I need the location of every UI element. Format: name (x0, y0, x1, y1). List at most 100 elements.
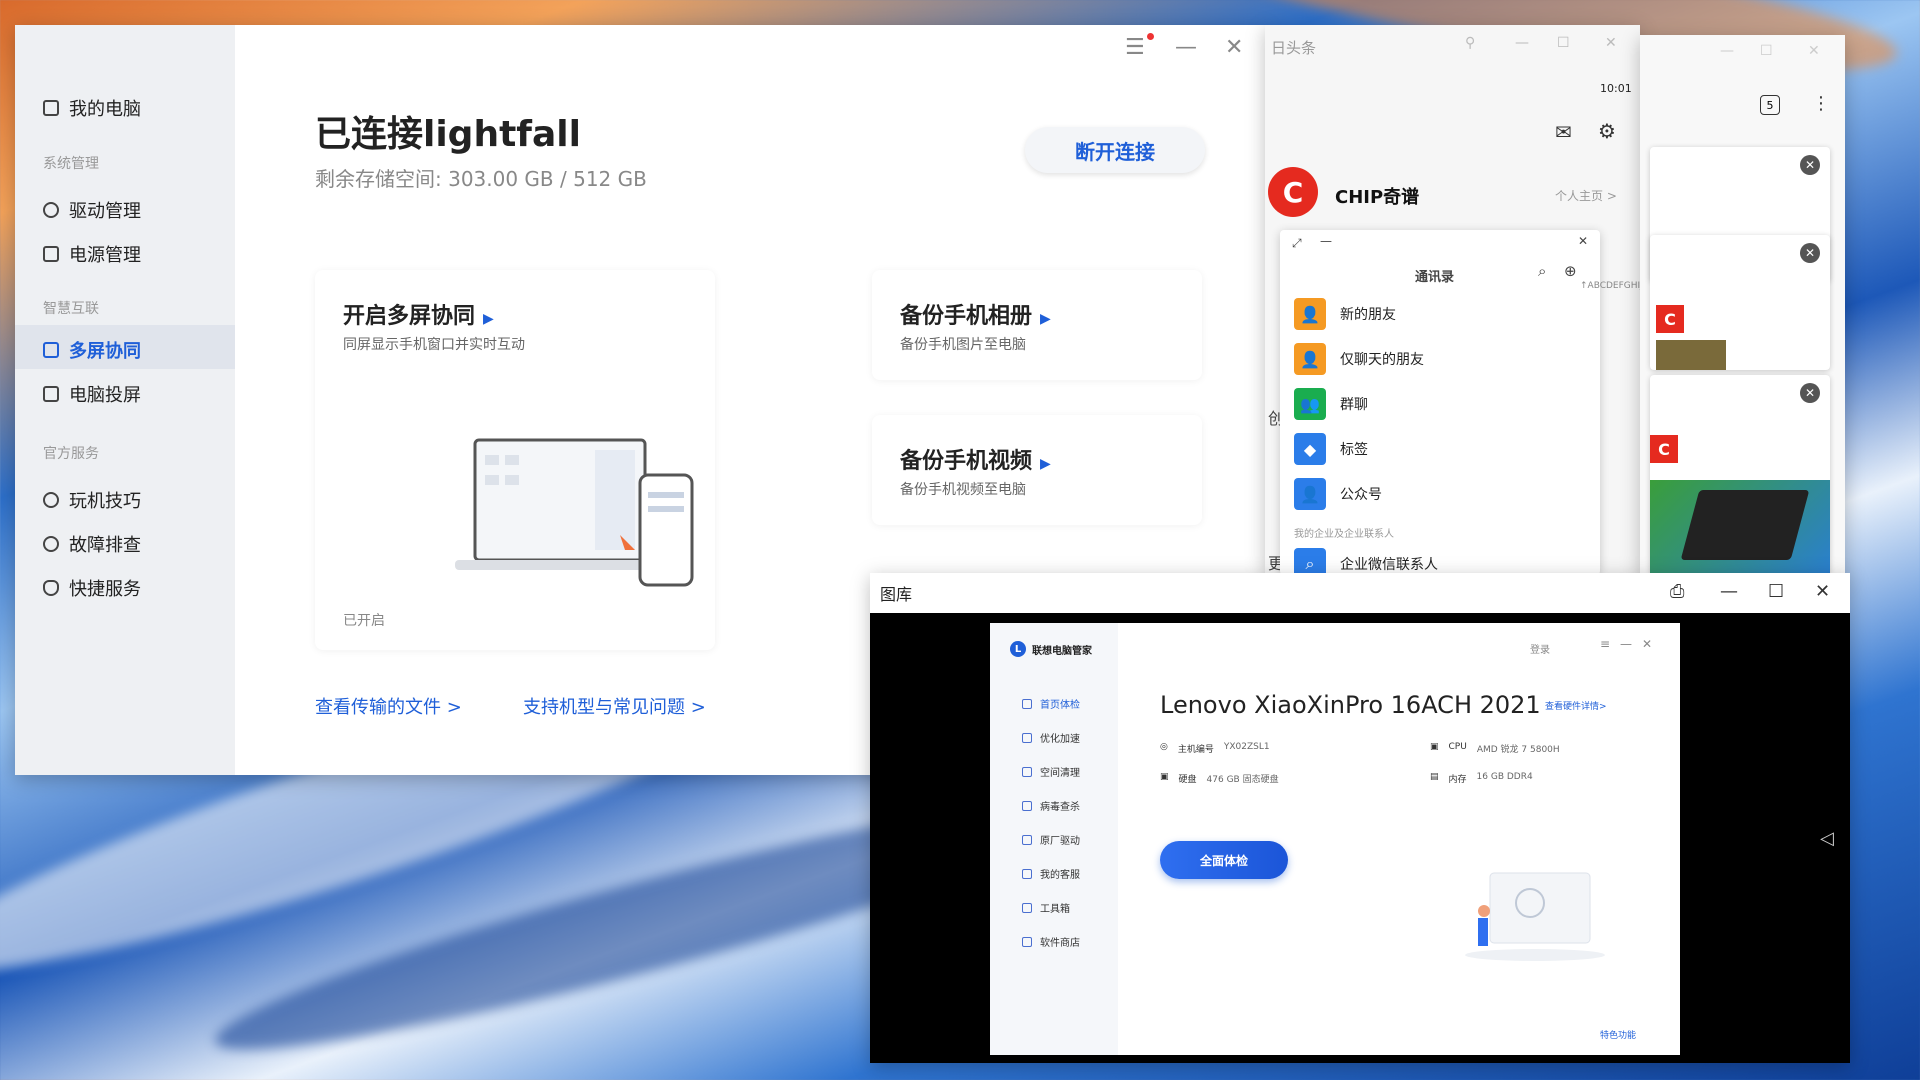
multi-screen-status: 已开启 (343, 610, 385, 630)
battery-icon (43, 246, 59, 262)
shield-icon (43, 580, 59, 596)
pin-icon[interactable]: ⚲ (1465, 35, 1475, 51)
tab-count-badge[interactable]: 5 (1760, 95, 1780, 115)
enterprise-header: 我的企业及企业联系人 (1294, 525, 1394, 540)
storage-info: 剩余存储空间: 303.00 GB / 512 GB (315, 163, 647, 192)
device-name: Lenovo XiaoXinPro 16ACH 2021 (1160, 691, 1541, 719)
minimize-icon[interactable]: — (1720, 43, 1734, 59)
print-icon[interactable]: ⎙ (1670, 581, 1684, 602)
recent-app-card[interactable]: ✕ C (1650, 375, 1830, 575)
close-icon[interactable]: ✕ (1578, 234, 1588, 248)
recent-apps-window: — ☐ ✕ 5 ⋮ ✕ ✕ C ✕ C (1640, 35, 1845, 580)
minimize-icon[interactable]: — (1320, 234, 1332, 248)
mail-icon[interactable]: ✉ (1555, 120, 1572, 144)
tag-icon: ◆ (1294, 433, 1326, 465)
gallery-title: 图库 (880, 581, 912, 605)
full-check-button: 全面体检 (1160, 841, 1288, 879)
minimize-icon[interactable]: — (1515, 35, 1529, 51)
sidebar-item-tips[interactable]: 玩机技巧 (43, 487, 141, 513)
disk-icon: ▣ (1160, 772, 1169, 785)
play-arrow-icon: ▶ (1040, 311, 1051, 327)
inner-nav-item: 优化加速 (1022, 730, 1080, 745)
view-files-link[interactable]: 查看传输的文件 > (315, 693, 462, 719)
recent-app-card[interactable]: ✕ C (1650, 235, 1830, 370)
maximize-icon[interactable]: ☐ (1768, 581, 1784, 602)
next-arrow-icon[interactable]: ◁ (1820, 828, 1834, 849)
list-item[interactable]: 👥群聊 (1294, 388, 1368, 420)
search-icon[interactable]: ⌕ (1538, 262, 1546, 280)
card-multi-screen[interactable]: 开启多屏协同▶ 同屏显示手机窗口并实时互动 已开启 (315, 270, 715, 650)
add-icon[interactable]: ⊕ (1564, 262, 1577, 280)
sidebar-item-quick-service[interactable]: 快捷服务 (43, 575, 141, 601)
menu-icon[interactable]: ☰ (1125, 35, 1145, 60)
close-icon[interactable]: ✕ (1815, 581, 1830, 602)
group-icon: 👥 (1294, 388, 1326, 420)
card-title: 开启多屏协同▶ (343, 298, 494, 330)
close-icon[interactable]: ✕ (1225, 35, 1243, 60)
page-title: 已连接lightfall (315, 105, 581, 157)
inner-app-logo: L联想电脑管家 (1010, 641, 1092, 657)
sidebar: 我的电脑 系统管理 驱动管理 电源管理 智慧互联 多屏协同 电脑投屏 官方服务 … (15, 25, 235, 775)
card-title: 备份手机视频▶ (900, 443, 1051, 475)
inner-sidebar: L联想电脑管家 首页体检 优化加速 空间清理 病毒查杀 原厂驱动 我的客服 工具… (990, 623, 1118, 1055)
card-backup-photos[interactable]: 备份手机相册▶ 备份手机图片至电脑 (872, 270, 1202, 380)
card-subtitle: 备份手机视频至电脑 (900, 479, 1026, 499)
play-arrow-icon: ▶ (483, 311, 494, 327)
list-item[interactable]: ⌕企业微信联系人 (1294, 548, 1438, 575)
close-icon[interactable]: ✕ (1808, 43, 1820, 59)
sidebar-item-driver[interactable]: 驱动管理 (43, 197, 141, 223)
alphabet-index[interactable]: ↑ABCDEFGHIJKLMNOPQ (1580, 280, 1592, 294)
disconnect-button[interactable]: 断开连接 (1025, 127, 1205, 173)
broom-icon (1022, 767, 1032, 777)
hardware-link: 查看硬件详情> (1545, 699, 1607, 712)
minimize-icon[interactable]: — (1720, 581, 1738, 602)
card-backup-videos[interactable]: 备份手机视频▶ 备份手机视频至电脑 (872, 415, 1202, 525)
list-item[interactable]: 👤公众号 (1294, 478, 1382, 510)
settings-icon[interactable]: ⚙ (1598, 119, 1616, 143)
more-icon[interactable]: ⋮ (1812, 93, 1830, 114)
card-subtitle: 同屏显示手机窗口并实时互动 (343, 334, 525, 354)
group-label-official: 官方服务 (43, 443, 99, 463)
status-time: 10:01 (1600, 82, 1632, 95)
friend-icon: 👤 (1294, 343, 1326, 375)
sidebar-item-troubleshoot[interactable]: 故障排查 (43, 531, 141, 557)
contacts-title: 通讯录 (1415, 266, 1454, 285)
hand-icon (43, 492, 59, 508)
phone-icon (43, 342, 59, 358)
list-item[interactable]: 👤新的朋友 (1294, 298, 1396, 330)
restore-icon[interactable]: ⤢ (1292, 236, 1302, 251)
toolbox-icon (1022, 903, 1032, 913)
card-subtitle: 备份手机图片至电脑 (900, 334, 1026, 354)
official-account-icon: 👤 (1294, 478, 1326, 510)
sidebar-item-my-pc[interactable]: 我的电脑 (43, 95, 141, 121)
sidebar-item-multi-screen[interactable]: 多屏协同 (43, 337, 141, 363)
memory-icon: ▤ (1430, 772, 1439, 785)
minimize-icon[interactable]: — (1175, 35, 1197, 60)
maximize-icon[interactable]: ☐ (1760, 43, 1773, 59)
close-icon[interactable]: ✕ (1605, 35, 1617, 51)
group-label-smart: 智慧互联 (43, 298, 99, 318)
list-item[interactable]: ◆标签 (1294, 433, 1368, 465)
sidebar-item-power[interactable]: 电源管理 (43, 241, 141, 267)
sidebar-item-projection[interactable]: 电脑投屏 (43, 381, 141, 407)
contacts-panel: ⤢ — ✕ 通讯录 ⌕ ⊕ 👤新的朋友 👤仅聊天的朋友 👥群聊 ◆标签 👤公众号… (1280, 230, 1600, 575)
spec-cpu: ▣CPUAMD 锐龙 7 5800H (1430, 742, 1560, 755)
chip-icon: ◎ (1160, 742, 1168, 755)
headset-icon (1022, 869, 1032, 879)
close-icon[interactable]: ✕ (1800, 383, 1820, 403)
laptop-phone-illustration (455, 430, 695, 600)
close-icon[interactable]: ✕ (1800, 243, 1820, 263)
list-item[interactable]: 👤仅聊天的朋友 (1294, 343, 1424, 375)
close-icon[interactable]: ✕ (1800, 155, 1820, 175)
card-title: 备份手机相册▶ (900, 298, 1051, 330)
maximize-icon[interactable]: ☐ (1557, 35, 1570, 51)
notification-dot (1147, 33, 1154, 40)
laptop-shape (1681, 490, 1810, 560)
support-link[interactable]: 支持机型与常见问题 > (523, 693, 706, 719)
inner-nav-item: 原厂驱动 (1022, 832, 1080, 847)
profile-link[interactable]: 个人主页 > (1555, 187, 1617, 204)
avatar[interactable]: C (1268, 167, 1318, 217)
app-logo-icon: C (1656, 305, 1684, 333)
inner-nav-item: 首页体检 (1022, 696, 1080, 711)
laptop-photo (1650, 480, 1830, 575)
